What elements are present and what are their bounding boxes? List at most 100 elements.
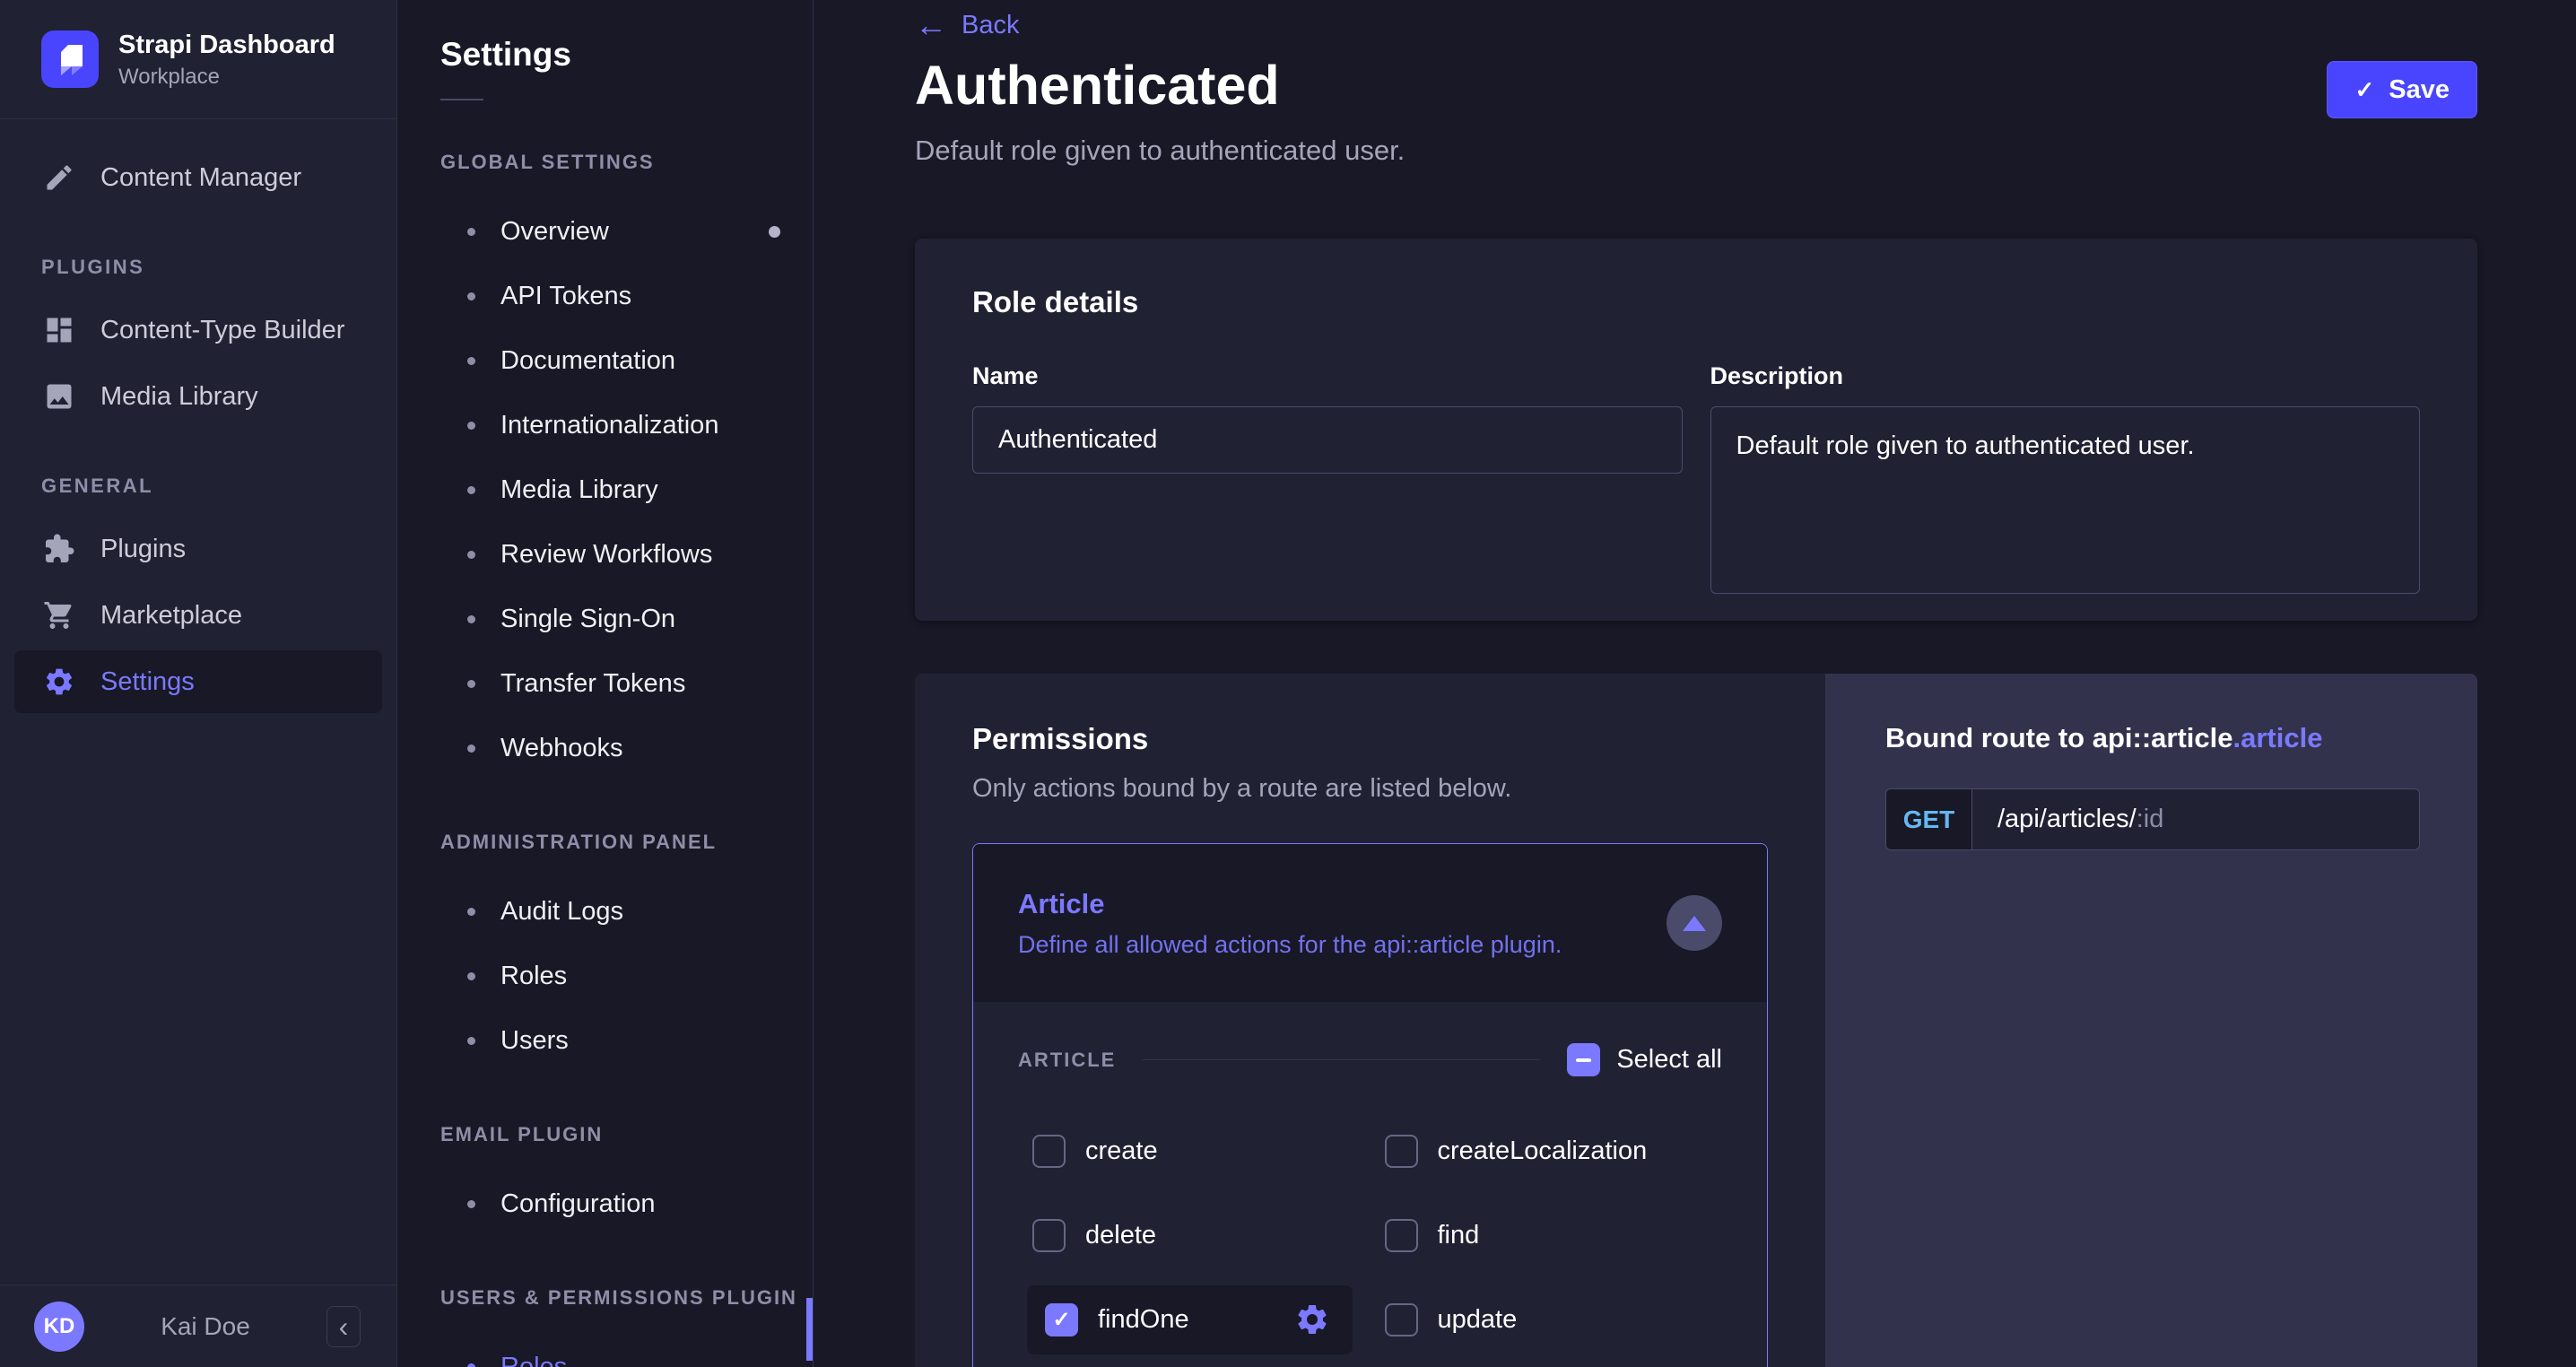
bullet-icon — [467, 356, 475, 365]
cart-icon — [41, 597, 77, 633]
accordion-description: Define all allowed actions for the api::… — [1018, 930, 1562, 958]
permissions-card: Permissions Only actions bound by a rout… — [915, 674, 1825, 1367]
nav-item-content-manager[interactable]: Content Manager — [14, 146, 382, 209]
nav-item-plugins[interactable]: Plugins — [14, 518, 382, 580]
settings-item-webhooks[interactable]: Webhooks — [440, 716, 813, 780]
settings-item-review-workflows[interactable]: Review Workflows — [440, 522, 813, 587]
select-all-label: Select all — [1616, 1045, 1722, 1074]
gear-icon — [41, 664, 77, 700]
nav-section-plugins: PLUGINS — [41, 256, 145, 279]
settings-item-single-sign-on[interactable]: Single Sign-On — [440, 587, 813, 651]
user-row: KD Kai Doe ‹ — [0, 1284, 396, 1367]
select-all-checkbox[interactable] — [1567, 1043, 1601, 1076]
settings-item-media-library[interactable]: Media Library — [440, 457, 813, 522]
delete-checkbox[interactable] — [1032, 1218, 1066, 1252]
page-title: Authenticated — [915, 55, 1280, 116]
settings-item-internationalization[interactable]: Internationalization — [440, 393, 813, 457]
nav-item-label: Content-Type Builder — [100, 315, 345, 344]
workspace-switcher[interactable]: Strapi Dashboard Workplace — [0, 0, 396, 120]
update-checkbox[interactable] — [1384, 1302, 1418, 1337]
section-global-settings: GLOBAL SETTINGS Overview API Tokens Docu… — [440, 151, 813, 780]
section-users-permissions-plugin: USERS & PERMISSIONS PLUGIN Roles — [440, 1286, 813, 1367]
bullet-icon — [467, 907, 475, 916]
description-textarea[interactable] — [1710, 406, 2420, 594]
section-label: GLOBAL SETTINGS — [440, 151, 655, 173]
bullet-icon — [467, 971, 475, 980]
bullet-icon — [467, 292, 475, 300]
article-accordion-header[interactable]: Article Define all allowed actions for t… — [973, 844, 1767, 1002]
route-param: :id — [2136, 805, 2164, 833]
settings-item-transfer-tokens[interactable]: Transfer Tokens — [440, 651, 813, 716]
route-path: /api/articles/:id — [1972, 789, 2419, 849]
back-link[interactable]: ← Back — [915, 9, 1019, 41]
settings-item-audit-logs[interactable]: Audit Logs — [440, 879, 813, 944]
permission-find[interactable]: find — [1384, 1218, 1479, 1252]
bullet-icon — [467, 550, 475, 559]
save-button[interactable]: ✓ Save — [2327, 61, 2477, 118]
article-accordion-body: ARTICLE Select all create createLocaliza… — [973, 1002, 1767, 1362]
settings-sidebar-title: Settings — [440, 36, 571, 73]
permission-createLocalization[interactable]: createLocalization — [1384, 1134, 1647, 1168]
divider — [1143, 1059, 1541, 1060]
user-name: Kai Doe — [161, 1311, 250, 1340]
divider — [440, 99, 483, 100]
bound-route-title: Bound route to api::article.article — [1885, 722, 2323, 753]
avatar[interactable]: KD — [34, 1301, 84, 1352]
bullet-icon — [467, 421, 475, 430]
strapi-logo-icon — [41, 30, 99, 89]
notification-dot-icon — [769, 225, 780, 238]
settings-item-overview[interactable]: Overview — [440, 199, 813, 264]
bullet-icon — [467, 227, 475, 236]
role-details-title: Role details — [972, 285, 1139, 318]
nav-item-marketplace[interactable]: Marketplace — [14, 584, 382, 647]
description-field-group: Description — [1710, 362, 2420, 598]
main-nav: Content Manager PLUGINS Content-Type Bui… — [0, 119, 396, 1284]
gear-icon — [1294, 1302, 1330, 1337]
settings-item-configuration[interactable]: Configuration — [440, 1171, 813, 1236]
nav-item-label: Media Library — [100, 381, 258, 411]
section-label: ADMINISTRATION PANEL — [440, 831, 718, 853]
settings-item-admin-roles[interactable]: Roles — [440, 944, 813, 1008]
page-subtitle: Default role given to authenticated user… — [915, 135, 1405, 166]
article-accordion: Article Define all allowed actions for t… — [972, 843, 1768, 1367]
find-checkbox[interactable] — [1384, 1218, 1418, 1252]
strapi-dashboard: Strapi Dashboard Workplace Content Manag… — [0, 0, 2576, 1367]
permissions-title: Permissions — [972, 722, 1149, 755]
findOne-settings-button[interactable] — [1293, 1301, 1331, 1338]
nav-item-label: Content Manager — [100, 162, 302, 192]
settings-item-documentation[interactable]: Documentation — [440, 328, 813, 393]
nav-item-settings[interactable]: Settings — [14, 650, 382, 714]
check-icon: ✓ — [2354, 75, 2375, 103]
collapse-accordion-button[interactable] — [1667, 895, 1722, 951]
name-input[interactable] — [972, 406, 1683, 474]
create-checkbox[interactable] — [1032, 1134, 1066, 1168]
permissions-subtitle: Only actions bound by a route are listed… — [972, 774, 1512, 803]
nav-item-content-type-builder[interactable]: Content-Type Builder — [14, 299, 382, 361]
back-arrow-icon: ← — [915, 6, 947, 43]
permission-findOne[interactable]: ✓ findOne — [1027, 1284, 1353, 1354]
permissions-section: Permissions Only actions bound by a rout… — [915, 674, 2477, 1367]
permission-update[interactable]: update — [1384, 1302, 1517, 1337]
route-display: GET /api/articles/:id — [1885, 788, 2420, 850]
active-item-indicator — [806, 1298, 813, 1361]
permission-create[interactable]: create — [1032, 1134, 1158, 1168]
permissions-grid: create createLocalization delete find ✓ … — [1018, 1109, 1722, 1362]
bound-route-accent: .article — [2232, 722, 2323, 753]
section-label: EMAIL PLUGIN — [440, 1123, 604, 1145]
select-all-control[interactable]: Select all — [1567, 1043, 1722, 1076]
nav-item-media-library[interactable]: Media Library — [14, 365, 382, 428]
http-method-badge: GET — [1886, 789, 1972, 849]
collapse-sidebar-button[interactable]: ‹ — [326, 1305, 361, 1347]
findOne-checkbox[interactable]: ✓ — [1045, 1302, 1078, 1337]
description-label: Description — [1710, 362, 1844, 389]
chevron-left-icon: ‹ — [338, 1310, 349, 1343]
permission-delete[interactable]: delete — [1032, 1218, 1156, 1252]
settings-item-up-roles[interactable]: Roles — [440, 1335, 813, 1367]
settings-item-admin-users[interactable]: Users — [440, 1008, 813, 1073]
layout-grid-icon — [41, 312, 77, 348]
name-label: Name — [972, 362, 1039, 389]
settings-item-api-tokens[interactable]: API Tokens — [440, 264, 813, 328]
name-field-group: Name — [972, 362, 1683, 598]
image-icon — [41, 379, 77, 414]
createLocalization-checkbox[interactable] — [1384, 1134, 1418, 1168]
